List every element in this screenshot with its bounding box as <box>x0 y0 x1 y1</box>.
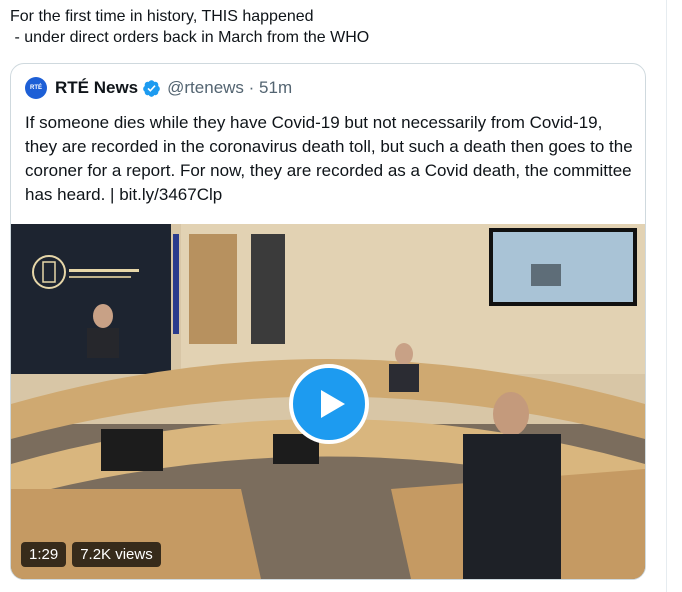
avatar[interactable]: RTÉ <box>25 77 47 99</box>
timeline-divider <box>666 0 667 592</box>
verified-badge-icon <box>143 79 160 97</box>
tweet-text: For the first time in history, THIS happ… <box>10 6 650 48</box>
quoted-tweet-card[interactable]: RTÉ RTÉ News @rtenews · 51m If someone d… <box>10 63 646 580</box>
quoted-tweet-header: RTÉ RTÉ News @rtenews · 51m <box>25 76 292 100</box>
play-button[interactable] <box>289 364 369 444</box>
video-duration: 1:29 <box>21 542 67 567</box>
handle-and-timestamp[interactable]: @rtenews · 51m <box>167 78 292 98</box>
video-player[interactable]: 1:29 7.2K views <box>11 224 645 579</box>
video-meta: 1:29 7.2K views <box>21 542 161 567</box>
tweet-text-line-1: For the first time in history, THIS happ… <box>10 8 314 25</box>
video-view-count: 7.2K views <box>72 542 161 567</box>
tweet-text-line-2: - under direct orders back in March from… <box>10 29 370 46</box>
display-name[interactable]: RTÉ News <box>55 78 138 98</box>
play-icon <box>321 390 345 418</box>
quoted-tweet-text: If someone dies while they have Covid-19… <box>25 113 633 204</box>
